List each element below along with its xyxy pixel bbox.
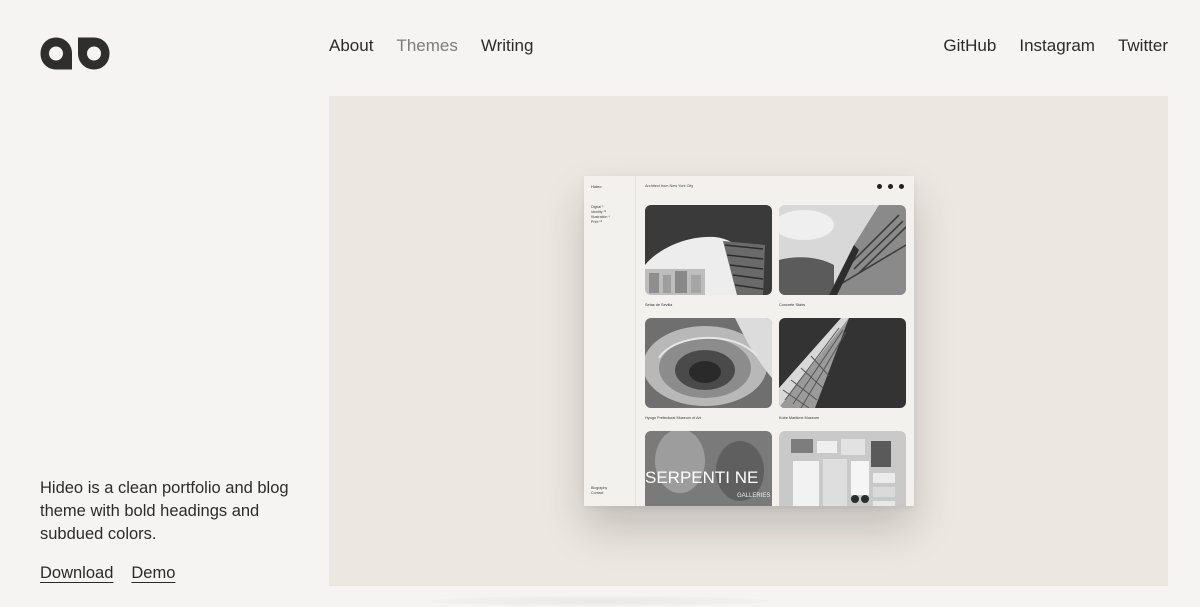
maritime-museum-photo xyxy=(779,318,906,409)
preview-site-name: Hideo xyxy=(591,184,602,189)
preview-categories: Digital ⁹ Identity ¹⁶ Illustration ⁴ Pri… xyxy=(591,205,610,225)
project-caption: Kobe Maritime Museum xyxy=(779,416,820,420)
theme-actions: Download Demo xyxy=(40,564,193,583)
social-nav: GitHub Instagram Twitter xyxy=(920,36,1168,56)
preview-category: Print ¹⁸ xyxy=(591,220,603,224)
project-card: SERPENTI NE GALLERIES xyxy=(645,429,772,506)
serpentine-poster-photo: SERPENTI NE GALLERIES xyxy=(645,429,772,506)
preview-tagline: Architect from New York City xyxy=(645,184,694,188)
nav-instagram-link[interactable]: Instagram xyxy=(1019,36,1095,56)
poster-title: SERPENTI NE xyxy=(645,468,758,487)
preview-social-icons xyxy=(877,184,904,189)
arch-canopy-photo xyxy=(645,205,772,295)
nav-twitter-link[interactable]: Twitter xyxy=(1118,36,1168,56)
project-card: Hyogo Prefectural Museum of Art xyxy=(643,318,772,420)
project-caption: Hyogo Prefectural Museum of Art xyxy=(645,416,701,420)
nav-writing-link[interactable]: Writing xyxy=(481,36,534,56)
theme-description: Hideo is a clean portfolio and blog them… xyxy=(40,479,289,543)
project-card: Setas de Sevilla xyxy=(645,205,772,307)
nav-about-link[interactable]: About xyxy=(329,36,373,56)
preview-footer-links: Biography Contact xyxy=(591,486,607,496)
preview-sidebar: Hideo Digital ⁹ Identity ¹⁶ Illustration… xyxy=(584,176,636,506)
nav-github-link[interactable]: GitHub xyxy=(943,36,996,56)
project-card: Kobe Maritime Museum xyxy=(779,318,906,420)
project-caption: Concrete Stairs xyxy=(779,303,806,307)
preview-footer-link: Contact xyxy=(591,491,604,495)
twitter-icon xyxy=(877,184,882,189)
project-card: Concrete Stairs xyxy=(774,205,907,307)
logo-icon[interactable] xyxy=(40,37,110,70)
download-link[interactable]: Download xyxy=(40,564,113,582)
concrete-stairs-photo xyxy=(774,205,907,295)
poster-subtitle: GALLERIES xyxy=(737,493,770,499)
theme-screenshot[interactable]: Hideo Digital ⁹ Identity ¹⁶ Illustration… xyxy=(584,176,914,506)
demo-link[interactable]: Demo xyxy=(131,564,175,582)
instagram-icon xyxy=(888,184,893,189)
bottom-shadow xyxy=(430,596,770,606)
spiral-stair-photo xyxy=(643,318,772,408)
stationery-set-photo xyxy=(779,431,906,506)
facebook-icon xyxy=(899,184,904,189)
project-caption: Setas de Sevilla xyxy=(645,303,673,307)
main-nav: About Themes Writing xyxy=(329,36,556,56)
nav-themes-link[interactable]: Themes xyxy=(396,36,457,56)
project-card xyxy=(779,431,906,506)
